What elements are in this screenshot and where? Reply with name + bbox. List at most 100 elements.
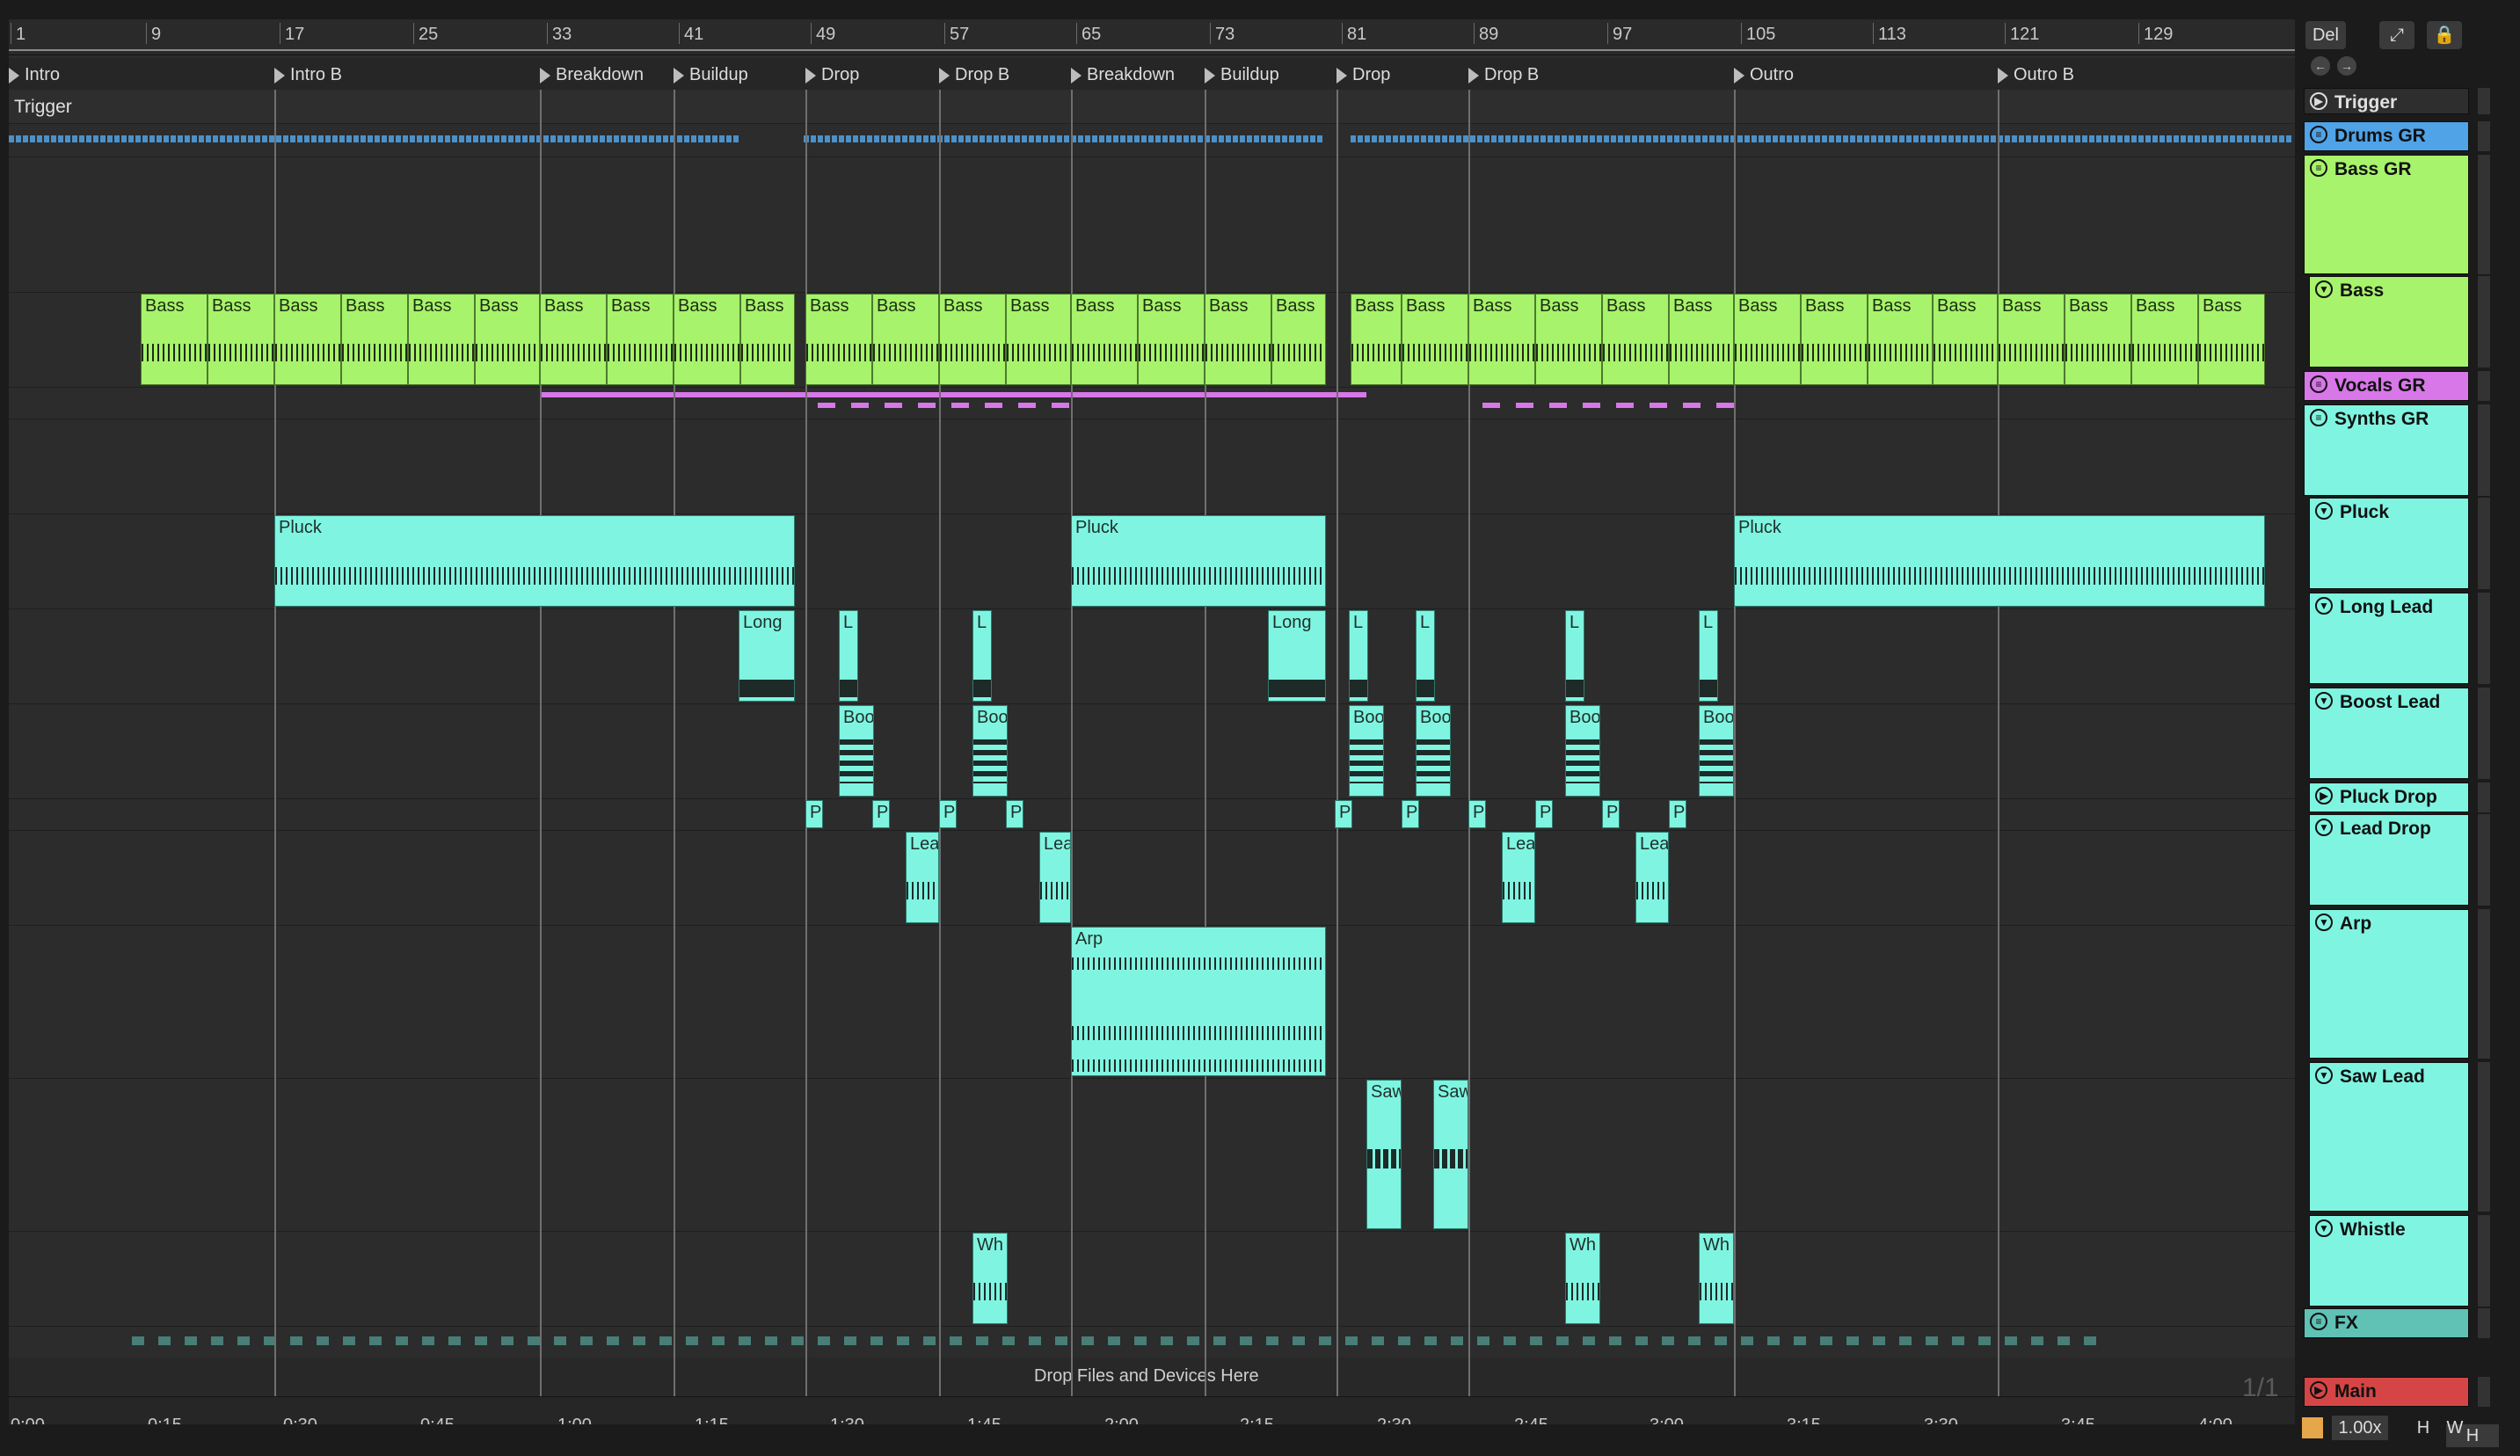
chevron-down-icon[interactable]: ▼	[2315, 1067, 2333, 1084]
pluck-drop-clip[interactable]: P	[1669, 800, 1686, 828]
bass-clip[interactable]: Bass	[1868, 294, 1933, 385]
pluck-drop-clip[interactable]: P	[1468, 800, 1486, 828]
loop-brace[interactable]	[9, 49, 2295, 51]
track-header-synths-gr[interactable]: ≡ Synths GR	[2304, 404, 2469, 496]
bass-clip[interactable]: Bass	[208, 294, 274, 385]
track-header-pluck[interactable]: ▼ Pluck	[2309, 498, 2469, 589]
arrow-right-icon[interactable]: →	[2337, 56, 2356, 76]
bass-clip[interactable]: Bass	[607, 294, 674, 385]
pluck-drop-clip[interactable]: P	[1402, 800, 1419, 828]
del-button[interactable]: Del	[2305, 21, 2346, 49]
chevron-down-icon[interactable]: ▼	[2315, 502, 2333, 520]
lane-bass-gr[interactable]	[9, 157, 2295, 293]
track-header-fx[interactable]: ≡ FX	[2304, 1308, 2469, 1338]
lead-drop-clip[interactable]: Lea	[1635, 832, 1669, 923]
chevron-down-icon[interactable]: ▼	[2315, 914, 2333, 931]
track-header-trigger[interactable]: ▶ Trigger	[2304, 88, 2469, 114]
bass-clip[interactable]: Bass	[475, 294, 540, 385]
bass-clip[interactable]: Bass	[1998, 294, 2065, 385]
long-lead-clip[interactable]: L	[839, 610, 858, 702]
track-header-vocals-gr[interactable]: ≡ Vocals GR	[2304, 371, 2469, 401]
boost-lead-clip[interactable]: Boo	[1565, 705, 1600, 797]
lane-trigger[interactable]: Trigger	[9, 90, 2295, 124]
track-header-boost-lead[interactable]: ▼ Boost Lead	[2309, 688, 2469, 779]
pluck-drop-clip[interactable]: P	[1535, 800, 1553, 828]
boost-lead-clip[interactable]: Boo	[1349, 705, 1384, 797]
track-header-main[interactable]: ▶ Main	[2304, 1377, 2469, 1407]
locator-drop-2[interactable]: Drop	[1336, 62, 1390, 88]
group-icon[interactable]: ≡	[2310, 409, 2327, 426]
track-header-lead-drop[interactable]: ▼ Lead Drop	[2309, 814, 2469, 906]
boost-lead-clip[interactable]: Boo	[1416, 705, 1451, 797]
h-button[interactable]: H	[2411, 1416, 2436, 1440]
saw-lead-clip[interactable]: Saw	[1433, 1080, 1468, 1229]
group-icon[interactable]: ≡	[2310, 159, 2327, 177]
track-header-long-lead[interactable]: ▼ Long Lead	[2309, 593, 2469, 684]
boost-lead-clip[interactable]: Boo	[972, 705, 1008, 797]
whistle-clip[interactable]: Wh	[1699, 1233, 1734, 1324]
long-lead-clip[interactable]: L	[1349, 610, 1368, 702]
lane-pluck-drop[interactable]	[9, 798, 2295, 831]
long-lead-clip[interactable]: Long	[1268, 610, 1326, 702]
bass-clip[interactable]: Bass	[274, 294, 341, 385]
locator-drop[interactable]: Drop	[805, 62, 859, 88]
track-header-pluck-drop[interactable]: ▶ Pluck Drop	[2309, 783, 2469, 812]
expand-icon[interactable]: ⤢	[2379, 21, 2414, 49]
play-icon[interactable]: ▶	[2315, 787, 2333, 804]
beat-ruler[interactable]: 1 9 17 25 33 41 49 57 65 73 81 89 97 105…	[9, 19, 2295, 55]
bass-clip[interactable]: Bass	[1402, 294, 1468, 385]
locator-intro[interactable]: Intro	[9, 62, 60, 88]
lock-icon[interactable]: 🔒	[2427, 21, 2462, 49]
bass-clip[interactable]: Bass	[1071, 294, 1138, 385]
lead-drop-clip[interactable]: Lea	[1502, 832, 1535, 923]
bass-clip[interactable]: Bass	[2065, 294, 2131, 385]
bass-clip[interactable]: Bass	[939, 294, 1006, 385]
bass-clip[interactable]: Bass	[674, 294, 740, 385]
automation-icon[interactable]	[2302, 1417, 2323, 1438]
group-icon[interactable]: ≡	[2310, 126, 2327, 143]
boost-lead-clip[interactable]: Boo	[839, 705, 874, 797]
pluck-clip[interactable]: Pluck	[1071, 515, 1326, 607]
track-header-saw-lead[interactable]: ▼ Saw Lead	[2309, 1062, 2469, 1212]
chevron-down-icon[interactable]: ▼	[2315, 1219, 2333, 1237]
bass-clip[interactable]: Bass	[408, 294, 475, 385]
group-icon[interactable]: ≡	[2310, 1313, 2327, 1330]
bass-clip[interactable]: Bass	[1669, 294, 1734, 385]
arrangement-area[interactable]: 1 9 17 25 33 41 49 57 65 73 81 89 97 105…	[9, 19, 2295, 1424]
zoom-display[interactable]: 1.00x	[2332, 1416, 2388, 1440]
lead-drop-clip[interactable]: Lea	[1039, 832, 1071, 923]
track-header-whistle[interactable]: ▼ Whistle	[2309, 1215, 2469, 1307]
bass-clip[interactable]: Bass	[141, 294, 208, 385]
pluck-drop-clip[interactable]: P	[1335, 800, 1352, 828]
lane-long-lead[interactable]	[9, 608, 2295, 704]
drop-zone[interactable]: Drop Files and Devices Here	[9, 1358, 2295, 1397]
track-header-bass-gr[interactable]: ≡ Bass GR	[2304, 155, 2469, 274]
arrow-left-icon[interactable]: ←	[2311, 56, 2330, 76]
long-lead-clip[interactable]: L	[972, 610, 992, 702]
group-icon[interactable]: ≡	[2310, 375, 2327, 393]
bass-clip[interactable]: Bass	[1468, 294, 1535, 385]
arp-clip[interactable]: Arp	[1071, 927, 1326, 1076]
bass-clip[interactable]: Bass	[341, 294, 408, 385]
chevron-down-icon[interactable]: ▼	[2315, 692, 2333, 710]
locator-buildup[interactable]: Buildup	[674, 62, 748, 88]
bass-clip[interactable]: Bass	[1602, 294, 1669, 385]
locator-drop-b[interactable]: Drop B	[939, 62, 1009, 88]
bass-clip[interactable]: Bass	[872, 294, 939, 385]
locator-breakdown[interactable]: Breakdown	[540, 62, 644, 88]
long-lead-clip[interactable]: Long	[739, 610, 795, 702]
lane-lead-drop[interactable]	[9, 830, 2295, 926]
bass-clip[interactable]: Bass	[805, 294, 872, 385]
pluck-drop-clip[interactable]: P	[939, 800, 957, 828]
long-lead-clip[interactable]: L	[1699, 610, 1718, 702]
pluck-clip[interactable]: Pluck	[1734, 515, 2265, 607]
locator-buildup-2[interactable]: Buildup	[1205, 62, 1279, 88]
track-header-bass[interactable]: ▼ Bass	[2309, 276, 2469, 368]
locator-breakdown-2[interactable]: Breakdown	[1071, 62, 1175, 88]
lane-vocals-gr[interactable]	[9, 387, 2295, 419]
locator-outro-b[interactable]: Outro B	[1998, 62, 2074, 88]
whistle-clip[interactable]: Wh	[972, 1233, 1008, 1324]
locator-drop-b-2[interactable]: Drop B	[1468, 62, 1539, 88]
pluck-drop-clip[interactable]: P	[805, 800, 823, 828]
locator-intro-b[interactable]: Intro B	[274, 62, 342, 88]
